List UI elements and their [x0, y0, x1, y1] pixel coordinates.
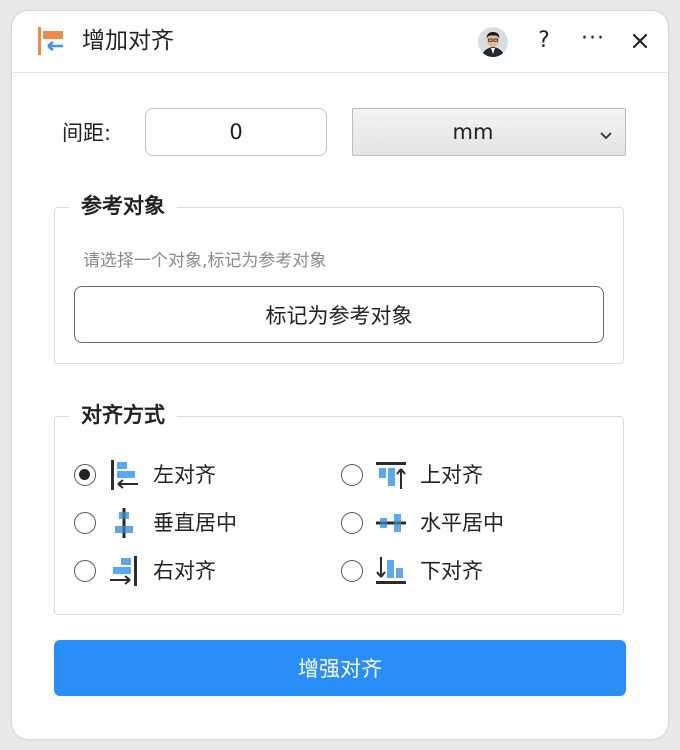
option-align-vertical-center[interactable]: 垂直居中	[74, 503, 324, 543]
align-dialog: 增加对齐 ? ··· 间距: mm	[12, 11, 668, 739]
label-align-top: 上对齐	[420, 463, 483, 487]
alignment-group: 对齐方式 左对齐 上对齐 垂直居中 水平居中 右对齐 下对齐	[54, 400, 624, 615]
option-align-bottom[interactable]: 下对齐	[341, 551, 591, 591]
option-align-left[interactable]: 左对齐	[74, 455, 324, 495]
option-align-horizontal-center[interactable]: 水平居中	[341, 503, 591, 543]
user-avatar[interactable]	[478, 27, 508, 57]
reference-group: 参考对象 请选择一个对象,标记为参考对象 标记为参考对象	[54, 191, 624, 364]
radio-align-top[interactable]	[341, 464, 363, 486]
more-icon[interactable]: ···	[578, 25, 608, 57]
option-align-right[interactable]: 右对齐	[74, 551, 324, 591]
label-align-right: 右对齐	[153, 559, 216, 583]
label-align-horizontal-center: 水平居中	[420, 511, 504, 535]
enhance-align-button[interactable]: 增强对齐	[54, 640, 626, 696]
align-left-icon	[108, 459, 140, 491]
align-vertical-center-icon	[108, 507, 140, 539]
window-title: 增加对齐	[82, 28, 174, 54]
radio-align-left[interactable]	[74, 464, 96, 486]
radio-align-vertical-center[interactable]	[74, 512, 96, 534]
option-align-top[interactable]: 上对齐	[341, 455, 591, 495]
radio-align-bottom[interactable]	[341, 560, 363, 582]
reference-group-title: 参考对象	[69, 191, 177, 221]
radio-align-right[interactable]	[74, 560, 96, 582]
align-bottom-icon	[375, 555, 407, 587]
align-right-icon	[108, 555, 140, 587]
unit-value: mm	[452, 120, 494, 144]
alignment-group-title: 对齐方式	[69, 400, 177, 430]
align-horizontal-center-icon	[375, 507, 407, 539]
help-icon[interactable]: ?	[534, 25, 554, 57]
title-bar: 增加对齐 ? ···	[12, 11, 668, 73]
label-align-vertical-center: 垂直居中	[153, 511, 237, 535]
chevron-down-icon	[599, 126, 613, 140]
close-icon[interactable]	[626, 27, 654, 55]
spacing-input[interactable]	[145, 108, 327, 156]
label-align-left: 左对齐	[153, 463, 216, 487]
unit-select[interactable]: mm	[352, 108, 626, 156]
mark-reference-button[interactable]: 标记为参考对象	[74, 286, 604, 343]
label-align-bottom: 下对齐	[420, 559, 483, 583]
reference-hint: 请选择一个对象,标记为参考对象	[83, 251, 327, 271]
align-app-icon	[36, 25, 68, 57]
radio-align-horizontal-center[interactable]	[341, 512, 363, 534]
align-top-icon	[375, 459, 407, 491]
spacing-label: 间距:	[62, 121, 112, 145]
